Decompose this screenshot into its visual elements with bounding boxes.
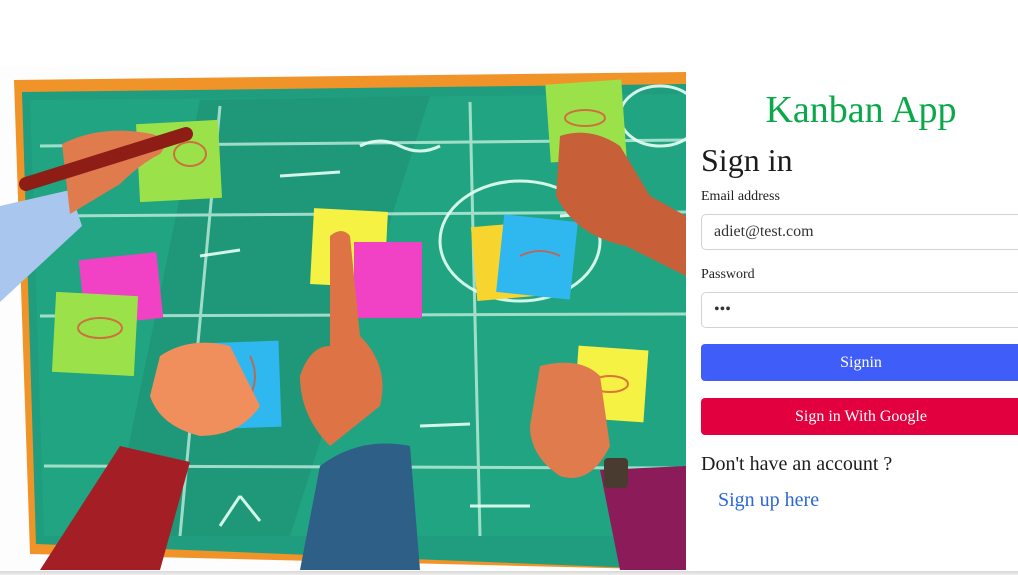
signin-button[interactable]: Signin — [701, 344, 1018, 381]
hero-illustration — [0, 66, 686, 570]
signup-link[interactable]: Sign up here — [718, 488, 1018, 512]
signup-prompt: Don't have an account ? — [701, 453, 893, 475]
email-field[interactable]: adiet@test.com — [701, 214, 1018, 250]
email-label: Email address — [701, 189, 780, 204]
kanban-board-illustration — [0, 72, 686, 570]
signin-heading: Sign in — [701, 142, 793, 178]
password-value: ••• — [714, 301, 731, 318]
email-value: adiet@test.com — [714, 223, 814, 240]
password-field[interactable]: ••• — [701, 292, 1018, 328]
login-panel: Kanban App Sign in Email address adiet@t… — [701, 86, 1018, 512]
app-title: Kanban App — [765, 89, 957, 131]
bottom-divider — [0, 571, 1018, 575]
google-signin-button[interactable]: Sign in With Google — [701, 398, 1018, 435]
password-label: Password — [701, 267, 755, 282]
